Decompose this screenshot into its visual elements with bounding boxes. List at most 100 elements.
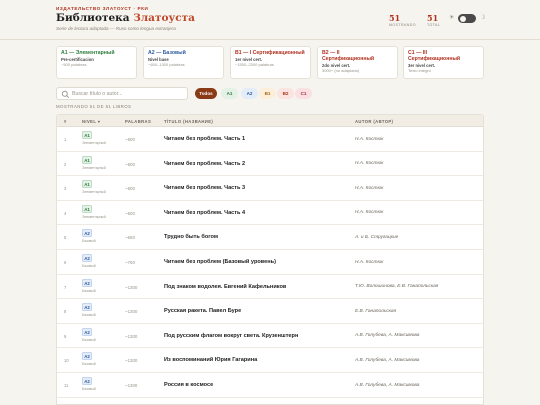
level-card-title: A2 — Базовый [148,50,186,56]
table-row[interactable]: 11 A2 Базовый ~1300 Россия в космосе А.В. Гол… [57,373,483,398]
row-number: 6 [64,260,67,265]
book-author: Е.В. Ганапольская [355,308,397,314]
level-card-a2[interactable]: A2 — Базовый Nivel base ~650–1300 palabr… [143,46,224,79]
level-name: Элементарный [82,214,106,219]
table-row[interactable]: 4 A1 Элементарный ~500 Читаем без проблем. Ч… [57,201,483,226]
search-icon [61,90,70,99]
table-row[interactable]: 8 A2 Базовый ~1300 Русская ракета. Павел Бур… [57,299,483,324]
word-count: ~1300 [125,309,138,315]
book-title[interactable]: Читаем без проблем. Часть 1 [164,136,245,142]
book-author: Н.А. Костюк [355,185,384,191]
col-words[interactable]: PALABRAS [125,119,151,124]
level-card-title: B1 — I Сертификационный [235,50,305,56]
filter-chip-b2[interactable]: B2 [277,88,294,99]
book-title[interactable]: Читаем без проблем. Часть 2 [164,161,245,167]
row-number: 7 [64,284,67,290]
books-table: # NIVEL ▾ PALABRAS TÍTULO (НАЗВАНИЕ) AUT… [56,114,484,405]
stat-total-value: 51 [427,13,439,23]
level-badge: A1 [82,204,92,213]
stat-total: 51 TOTAL [427,14,440,27]
level-card-note: Texto integro [408,68,431,73]
level-badge: A2 [82,377,92,385]
page-header: ИЗДАТЕЛЬСТВО ЗЛАТОУСТ · РКИ Библиотека З… [0,0,540,40]
level-name: Элементарный [82,165,106,170]
level-card-note: ~500 palabras [61,62,87,67]
level-name: Базовый [82,362,96,367]
word-count: ~1300 [125,284,138,290]
book-title[interactable]: Под русским флагом вокруг света. Крузенш… [164,333,298,339]
level-name: Базовый [82,313,96,318]
word-count: ~500 [125,161,135,167]
level-badge: A1 [82,155,92,164]
table-row[interactable]: 1 A1 Элементарный ~500 Читаем без проблем. Ч… [57,127,483,152]
level-name: Базовый [82,387,96,391]
book-author: Н.А. Костюк [355,210,384,216]
table-row[interactable]: 9 A2 Базовый ~1300 Под русским флагом вокруг… [57,324,483,349]
level-name: Элементарный [82,141,106,145]
book-author: Т.Ю. Волошинова, Е.В. Ганапольская [355,284,439,290]
table-row[interactable]: 5 A2 Базовый ~650 Трудно быть богом А. и Б. С… [57,225,483,250]
search-input[interactable]: Buscar título o autor... [56,87,188,100]
book-title[interactable]: Из воспоминаний Юрия Гагарина [164,357,257,363]
book-title[interactable]: Русская ракета. Павел Буре [164,308,241,314]
stat-showing-value: 51 [389,13,401,23]
row-number: 9 [64,333,67,339]
level-badge: A2 [82,229,92,238]
level-name: Базовый [82,264,96,268]
book-title[interactable]: Под знаком водолея. Евгений Кафельников [164,284,286,290]
book-title[interactable]: Читаем без проблем. Часть 3 [164,185,245,191]
book-author: Н.А. Костюк [355,259,384,265]
table-row[interactable]: 2 A1 Элементарный ~500 Читаем без проблем. Ч… [57,152,483,177]
table-row[interactable]: 3 A1 Элементарный ~500 Читаем без проблем. Ч… [57,176,483,201]
page-title: Библиотека Златоуста [56,12,195,24]
level-card-b2[interactable]: B2 — II Сертификационный 2do nivel cert.… [317,46,398,79]
level-badge: A1 [82,180,92,189]
table-row[interactable]: 10 A2 Базовый ~1300 Из воспоминаний Юрия Гаг… [57,348,483,373]
table-row[interactable]: 6 A2 Базовый ~760 Читаем без проблем (Базовы… [57,250,483,275]
row-number: 2 [64,161,67,167]
table-header: # NIVEL ▾ PALABRAS TÍTULO (НАЗВАНИЕ) AUT… [57,115,483,127]
word-count: ~500 [125,186,135,192]
book-title[interactable]: Трудно быть богом [164,234,218,240]
book-title[interactable]: Читаем без проблем. Часть 4 [164,210,245,216]
filter-chip-a1[interactable]: A1 [221,88,238,99]
title-accent: Златоуста [133,12,195,24]
level-card-a1[interactable]: A1 — Элементарный Pre-certificacion ~500… [56,46,137,79]
level-card-note: ~1500–2300 palabras [235,62,274,67]
word-count: ~1300 [125,383,138,388]
level-card-c1[interactable]: C1 — III Сертификационный 3er nivel cert… [403,46,484,79]
level-card-title: B2 — II Сертификационный [322,50,375,62]
col-number: # [64,119,67,124]
book-author: А.В. Голубева, А. Максимова [355,333,420,339]
col-author[interactable]: AUTOR (АВТОР) [355,119,393,124]
level-name: Базовый [82,337,96,342]
book-author: Н.А. Костюк [355,161,384,167]
level-cards: A1 — Элементарный Pre-certificacion ~500… [56,46,484,79]
level-badge: A2 [82,278,92,287]
book-title[interactable]: Россия в космосе [164,382,213,388]
book-title[interactable]: Читаем без проблем (Базовый уровень) [164,259,276,265]
col-level-sort[interactable]: NIVEL ▾ [82,119,100,124]
row-number: 4 [64,210,67,216]
title-main: Библиотека [56,12,134,24]
row-number: 10 [64,358,69,364]
table-row[interactable]: 7 A2 Базовый ~1300 Под знаком водолея. Евген… [57,275,483,300]
word-count: ~760 [125,260,135,265]
col-title[interactable]: TÍTULO (НАЗВАНИЕ) [164,119,213,124]
book-author: А.В. Голубева, А. Максимова [355,357,420,363]
level-badge: A2 [82,303,92,312]
filter-chip-a2[interactable]: A2 [241,88,258,99]
filter-chip-c1[interactable]: C1 [295,88,312,99]
moon-icon: ☽ [480,15,486,21]
row-number: 1 [64,137,67,142]
page-subtitle: Serie de lectura adaptada — Ruso como le… [56,26,176,31]
stat-total-label: TOTAL [427,23,441,27]
row-number: 3 [64,186,67,192]
filter-chip-all[interactable]: Todos [195,88,217,99]
row-number: 11 [64,383,69,388]
filter-chip-b1[interactable]: B1 [259,88,276,99]
level-card-note: ~650–1300 palabras [148,62,185,67]
level-card-b1[interactable]: B1 — I Сертификационный 1er nivel cert. … [230,46,311,79]
sun-icon: ☀ [449,15,455,21]
theme-toggle[interactable] [458,14,476,23]
